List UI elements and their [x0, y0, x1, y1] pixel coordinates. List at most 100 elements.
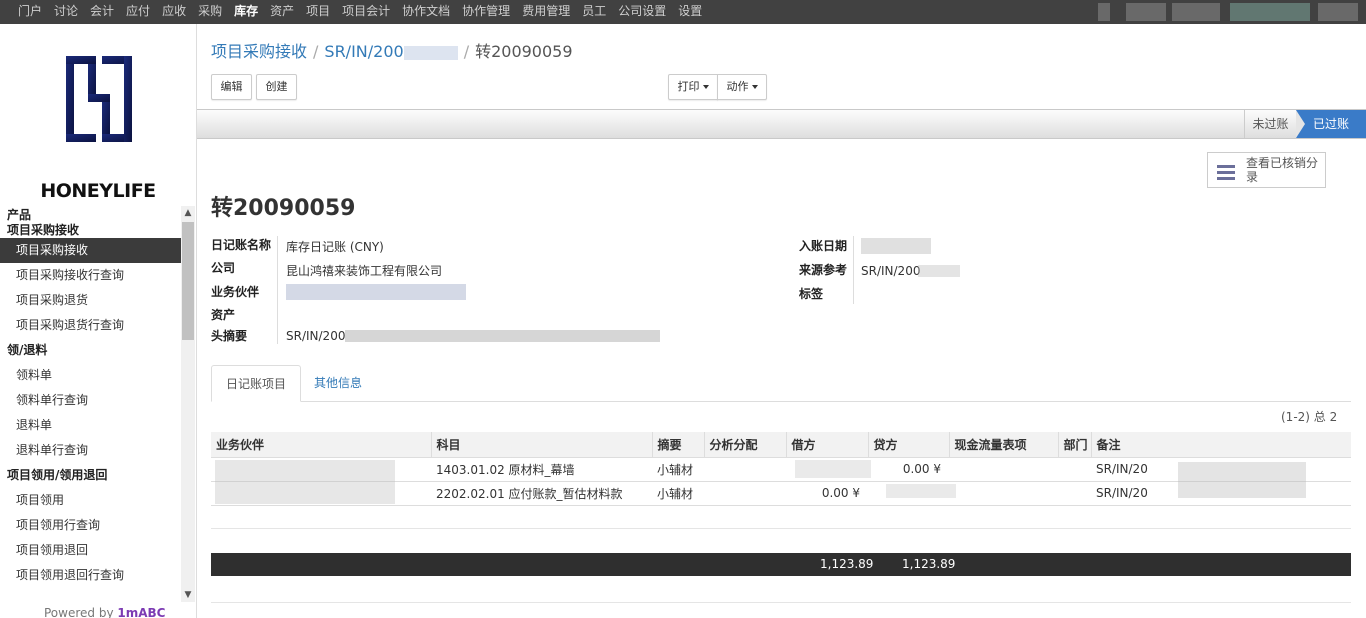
scrollbar-thumb[interactable] — [182, 222, 194, 340]
status-draft[interactable]: 未过账 — [1244, 110, 1296, 138]
top-menu-item[interactable]: 费用管理 — [516, 0, 576, 24]
column-header[interactable]: 备注 — [1090, 432, 1351, 458]
sidebar-section-heading[interactable]: 领/退料 — [0, 338, 181, 363]
sidebar-menu: 产品 项目采购接收 项目采购接收 项目采购接收行查询 项目采购退货 项目采购退货行查询 领/… — [0, 206, 181, 601]
post-date-value[interactable] — [861, 238, 931, 254]
cell-dept[interactable] — [1058, 481, 1091, 506]
tab-journal-items[interactable]: 日记账项目 — [211, 365, 302, 402]
cell-account[interactable]: 2202.02.01 应付账款_暂估材料款 — [431, 481, 652, 506]
top-menu-item[interactable]: 会计 — [84, 0, 120, 24]
cell-memo[interactable]: 小辅材 — [652, 457, 704, 482]
sidebar-section-heading[interactable]: 产品 — [0, 208, 181, 222]
sidebar-item[interactable]: 项目领用 — [0, 488, 181, 513]
sidebar-item[interactable]: 项目采购退货 — [0, 288, 181, 313]
cell-account[interactable]: 1403.01.02 原材料_幕墙 — [431, 457, 652, 482]
top-menu-item[interactable]: 讨论 — [48, 0, 84, 24]
sidebar-item[interactable]: 项目领用行查询 — [0, 513, 181, 538]
sidebar-item[interactable]: 项目采购接收行查询 — [0, 263, 181, 288]
header-memo-label: 头摘要 — [211, 329, 248, 343]
breadcrumb-root[interactable]: 项目采购接收 — [211, 42, 307, 61]
column-header[interactable]: 摘要 — [651, 432, 704, 458]
cell-analytic[interactable] — [704, 481, 786, 506]
top-menu-item[interactable]: 应收 — [156, 0, 192, 24]
cell-analytic[interactable] — [704, 457, 786, 482]
table-header-row: 业务伙伴 科目 摘要 分析分配 借方 贷方 现金流量表项 部门 备注 — [211, 432, 1351, 458]
column-header[interactable]: 贷方 — [867, 432, 949, 458]
top-menu: 门户 讨论 会计 应付 应收 采购 库存 资产 项目 项目会计 协作文档 协作管理 费用管理 员工 公司设置… — [12, 0, 708, 24]
source-ref-value[interactable]: SR/IN/200 — [861, 264, 920, 278]
redacted-area — [403, 45, 458, 60]
breadcrumb-current: 转20090059 — [475, 42, 573, 61]
redacted-area — [1230, 3, 1310, 21]
sidebar-item[interactable]: 退料单行查询 — [0, 438, 181, 463]
powered-by-brand[interactable]: 1mABC — [117, 606, 165, 618]
top-menu-item[interactable]: 设置 — [672, 0, 708, 24]
status-posted[interactable]: 已过账 — [1296, 110, 1366, 138]
company-label: 公司 — [211, 261, 236, 275]
scroll-down-icon[interactable]: ▼ — [181, 588, 195, 602]
sidebar-scrollbar[interactable]: ▲ ▼ — [181, 206, 195, 602]
status-posted-label: 已过账 — [1312, 117, 1349, 131]
redacted-area — [345, 330, 660, 342]
top-menu-item[interactable]: 公司设置 — [612, 0, 672, 24]
field-divider — [277, 236, 278, 344]
edit-button[interactable]: 编辑 — [211, 74, 252, 100]
partner-label: 业务伙伴 — [211, 285, 260, 299]
list-icon — [1217, 165, 1235, 183]
action-label: 动作 — [726, 80, 749, 93]
top-menu-item[interactable]: 协作管理 — [456, 0, 516, 24]
cell-credit[interactable]: 0.00 ¥ — [868, 457, 949, 482]
scroll-up-icon[interactable]: ▲ — [181, 206, 195, 220]
sidebar-item[interactable]: 领料单 — [0, 363, 181, 388]
source-ref-label: 来源参考 — [799, 263, 848, 277]
top-menu-item[interactable]: 项目会计 — [336, 0, 396, 24]
top-menu-item[interactable]: 员工 — [576, 0, 612, 24]
chevron-down-icon — [702, 85, 709, 89]
top-navbar: 门户 讨论 会计 应付 应收 采购 库存 资产 项目 项目会计 协作文档 协作管理 费用管理 员工 公司设置… — [0, 0, 1366, 24]
top-menu-item[interactable]: 门户 — [12, 0, 48, 24]
redacted-area — [1098, 3, 1110, 21]
sidebar-item[interactable]: 项目采购退货行查询 — [0, 313, 181, 338]
action-dropdown[interactable]: 动作 — [717, 74, 767, 100]
top-menu-item[interactable]: 应付 — [120, 0, 156, 24]
table-divider — [211, 528, 1351, 529]
redacted-area — [1318, 3, 1358, 21]
cell-cashflow[interactable] — [949, 481, 1058, 506]
table-divider — [211, 602, 1351, 603]
tab-other-info[interactable]: 其他信息 — [300, 365, 376, 402]
column-header[interactable]: 分析分配 — [703, 432, 786, 458]
sidebar-section-heading[interactable]: 项目领用/领用退回 — [0, 463, 181, 488]
column-header[interactable]: 科目 — [430, 432, 652, 458]
chevron-down-icon — [751, 85, 758, 89]
print-dropdown[interactable]: 打印 — [668, 74, 718, 100]
sidebar-item[interactable]: 退料单 — [0, 413, 181, 438]
cell-dept[interactable] — [1058, 457, 1091, 482]
redacted-area — [1126, 3, 1166, 21]
company-logo[interactable]: HONEYLIFE — [30, 54, 166, 204]
breadcrumb-middle[interactable]: SR/IN/200 — [324, 42, 403, 61]
sidebar-item[interactable]: 项目领用退回行查询 — [0, 563, 181, 588]
column-header[interactable]: 业务伙伴 — [211, 432, 431, 458]
journal-value[interactable]: 库存日记账 (CNY) — [286, 238, 384, 255]
top-menu-item[interactable]: 协作文档 — [396, 0, 456, 24]
company-value[interactable]: 昆山鸿禧来装饰工程有限公司 — [286, 262, 442, 279]
column-header[interactable]: 借方 — [785, 432, 868, 458]
view-reconciled-button[interactable]: 查看已核销分录 — [1207, 152, 1326, 188]
sidebar-section-heading[interactable]: 项目采购接收 — [0, 222, 181, 238]
partner-value[interactable] — [286, 284, 466, 300]
header-memo-value[interactable]: SR/IN/200 — [286, 329, 345, 343]
top-menu-item[interactable]: 库存 — [228, 0, 264, 24]
cell-debit[interactable]: 0.00 ¥ — [786, 481, 868, 506]
cell-memo[interactable]: 小辅材 — [652, 481, 704, 506]
top-menu-item[interactable]: 资产 — [264, 0, 300, 24]
top-menu-item[interactable]: 采购 — [192, 0, 228, 24]
create-button[interactable]: 创建 — [256, 74, 297, 100]
powered-by-label: Powered by — [44, 606, 118, 618]
column-header[interactable]: 现金流量表项 — [948, 432, 1058, 458]
column-header[interactable]: 部门 — [1057, 432, 1091, 458]
cell-cashflow[interactable] — [949, 457, 1058, 482]
top-menu-item[interactable]: 项目 — [300, 0, 336, 24]
sidebar-item[interactable]: 项目领用退回 — [0, 538, 181, 563]
sidebar-item[interactable]: 领料单行查询 — [0, 388, 181, 413]
sidebar-item[interactable]: 项目采购接收 — [0, 238, 181, 263]
